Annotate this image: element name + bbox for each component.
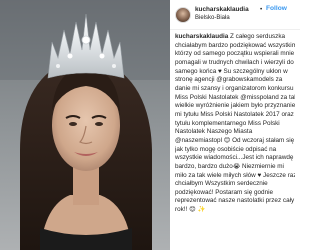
caption-line: wielkie wyróżnienie jakiem było przyznan… (175, 102, 295, 110)
caption-line: @naszemiastopl 😊 Od wczoraj stałam się (175, 136, 295, 144)
post-photo[interactable] (0, 0, 170, 250)
caption-line: bardzo, bardzo dużo😭 Niezmiernie mi (175, 162, 284, 170)
caption-author[interactable]: kucharskaklaudia (175, 33, 228, 40)
post-header: kucharskaklaudia • Follow Bielsko-Biała (170, 0, 300, 30)
caption-line: miło za tak wiele miłych słów ♥ Jeszcze … (175, 171, 295, 179)
caption-line: podziękować! Postaram się godnie (175, 188, 274, 196)
separator-dot: • (260, 6, 263, 13)
username-link[interactable]: kucharskaklaudia (195, 6, 249, 13)
location-link[interactable]: Bielsko-Biała (195, 15, 230, 21)
caption-line: mi tytułu Miss Polski Nastolatek 2017 or… (175, 110, 294, 118)
caption-line: którzy od samego początku wspierali mnie… (175, 50, 295, 58)
caption-line: chciałabym bardzo podziękować wszystkim (175, 41, 295, 49)
caption-line: Miss Polski Nastolatek @misspoland za ta… (175, 93, 295, 101)
caption-line: pomagali w trudnych chwilach i wierzyli … (175, 58, 294, 66)
caption-line: jak tylko mogę osobiście odpisać na (175, 145, 277, 153)
caption-line: tytułu komplementarnego Miss Polski (175, 119, 280, 127)
caption-line: danie mi szansy i organizatorom konkursu (175, 84, 294, 92)
caption-line: wszystkie wiadomości...Jest ich naprawdę (175, 154, 294, 162)
caption-line: rok!! 😊 ✨ (175, 206, 206, 214)
caption-line: Z całego serduszka (230, 33, 286, 40)
caption-line: stronę agencji @grabowskamodels za (175, 76, 283, 84)
caption-line: samego końca ♥ Su szczególny ukłon w (175, 67, 288, 75)
caption-line: reprezentować nasze nastolatki przez cał… (175, 197, 295, 205)
caption-line: chciałbym Wszystkim serdecznie (175, 180, 268, 188)
post-sidebar: kucharskaklaudia • Follow Bielsko-Biała … (170, 0, 300, 250)
follow-button[interactable]: Follow (266, 5, 287, 12)
caption-line: Nastolatek Naszego Miasta (175, 128, 253, 136)
avatar[interactable] (175, 7, 191, 23)
portrait-image (0, 0, 170, 250)
post-caption: kucharskaklaudia Z całego serduszka chci… (175, 33, 295, 215)
